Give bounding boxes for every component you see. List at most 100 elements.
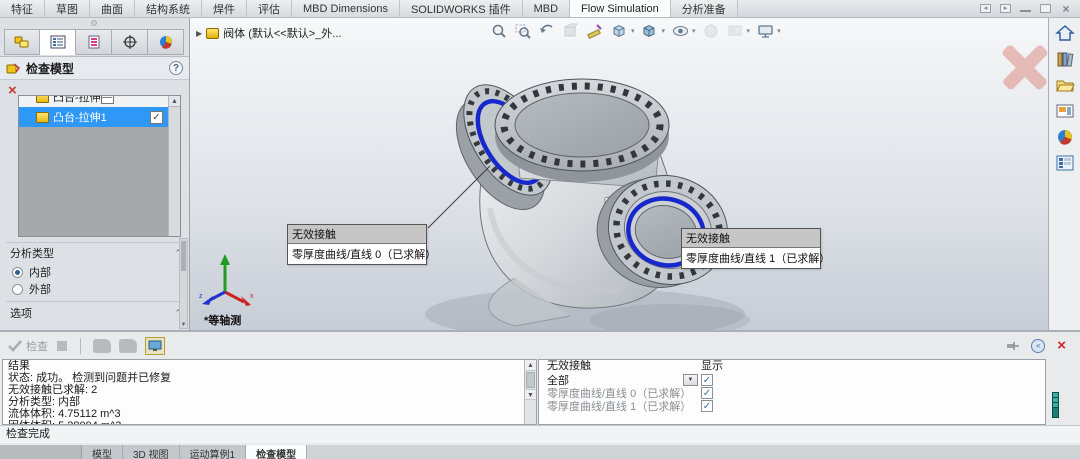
flyout-feature-tree[interactable]: ▶ 阀体 (默认<<默认>_外... [196,25,341,41]
menu-tab[interactable]: 草图 [45,0,90,17]
home-icon[interactable] [1053,22,1077,44]
pin-icon[interactable] [1005,340,1019,352]
menu-tab[interactable]: 评估 [247,0,292,17]
check-button[interactable]: 检查 [8,338,48,354]
file-explorer-icon[interactable] [1053,74,1077,96]
create-solid-body-button[interactable] [119,339,137,353]
create-fluid-body-button[interactable] [93,339,111,353]
filter-dropdown-icon[interactable]: ▼ [683,374,698,386]
tab-configuration-manager[interactable] [76,29,112,55]
scroll-up-icon[interactable]: ▲ [525,360,536,371]
tab-dimxpert-manager[interactable] [112,29,148,55]
list-scrollbar[interactable]: ▲ [168,96,180,236]
document-tab[interactable]: 运动算例1 [180,445,247,459]
close-icon[interactable]: × [1060,2,1072,16]
help-icon[interactable]: ? [169,61,183,75]
menu-tab[interactable]: MBD [523,0,570,17]
scroll-down-icon[interactable]: ▼ [180,322,187,328]
measure-icon[interactable] [586,22,604,40]
show-all-checkbox[interactable] [701,374,713,386]
section-view-icon[interactable] [562,22,580,40]
menu-tab[interactable]: 特征 [0,0,45,17]
tab-scroll-zone[interactable] [0,445,82,459]
scrollbar-thumb[interactable] [181,241,186,271]
scroll-down-icon[interactable]: ▼ [525,389,536,400]
tab-property-manager[interactable] [40,29,76,55]
document-tab[interactable]: 模型 [82,445,123,459]
chevron-down-icon[interactable]: ▾ [662,27,666,35]
close-panel-icon[interactable]: × [1057,339,1066,353]
svg-text:z: z [199,293,203,300]
chevron-down-icon[interactable]: ▾ [631,27,635,35]
task-pane [1048,18,1080,330]
status-message: 检查完成 [0,425,1080,443]
check-model-results-panel: 检查 « × 结果 状态: 成功。 检测到问题并已修复无效接触已求解: 2分析类… [0,330,1080,445]
flyout-expand-icon[interactable]: ▶ [196,29,202,38]
view-palette-icon[interactable] [1053,100,1077,122]
document-tab[interactable]: 3D 视图 [123,445,180,459]
chevron-down-icon[interactable]: ▾ [692,27,696,35]
valve-body-model[interactable] [420,58,1048,330]
feature-selection-list[interactable]: 凸台-拉伸 — 凸台-拉伸1 ✓ ▲ [18,95,181,237]
tree-row[interactable]: 凸台-拉伸1 ✓ [19,107,180,127]
stop-button[interactable] [56,340,68,352]
scroll-up-icon[interactable]: ▲ [169,96,180,107]
chevron-down-icon[interactable]: ▾ [747,27,751,35]
cancel-icon[interactable]: × [8,84,17,98]
contact-show-checkbox[interactable] [701,387,713,399]
section-options[interactable]: 选项 ⌃ [10,306,182,320]
panel-scrollbar[interactable]: ▼ [179,238,188,329]
menu-tab[interactable]: 结构系统 [135,0,202,17]
results-scrollbar[interactable]: ▲ ▼ [524,360,536,424]
radio-icon[interactable] [12,284,23,295]
tree-row-clipped[interactable]: 凸台-拉伸 — [19,96,180,107]
dock-left-icon[interactable]: ◂ [980,4,991,13]
menu-tab[interactable]: MBD Dimensions [292,0,400,17]
invalid-contacts-list[interactable]: 无效接触 显示 全部 ▼ 零厚度曲线/直线 0（已求解） 零厚度曲线/直线 1（… [538,359,1046,425]
tab-display-manager[interactable] [148,29,184,55]
hide-show-items-icon[interactable] [671,22,689,40]
display-style-icon[interactable] [641,22,659,40]
appearances-icon[interactable] [1053,126,1077,148]
show-fluid-volume-toggle[interactable] [145,337,165,355]
design-library-icon[interactable] [1053,48,1077,70]
scrollbar-thumb[interactable] [526,372,535,388]
zoom-area-icon[interactable] [514,22,532,40]
menu-tab[interactable]: 焊件 [202,0,247,17]
results-list[interactable]: 结果 状态: 成功。 检测到问题并已修复无效接触已求解: 2分析类型: 内部流体… [2,359,537,425]
view-orientation-label: *等轴测 [204,312,241,328]
menu-tab[interactable]: 曲面 [90,0,135,17]
view-orientation-icon[interactable] [610,22,628,40]
menu-tab[interactable]: 分析准备 [671,0,738,17]
document-tab-label: 检查模型 [256,450,296,459]
menu-tab[interactable]: SOLIDWORKS 插件 [400,0,523,17]
restore-icon[interactable] [1040,4,1051,13]
edit-appearance-icon[interactable] [702,22,720,40]
panel-resize-grip[interactable] [91,20,97,26]
collapse-panel-icon[interactable]: « [1031,339,1045,353]
radio-external[interactable]: 外部 [12,282,51,296]
tree-item-checkbox[interactable]: ✓ [150,111,163,124]
custom-properties-icon[interactable] [1053,152,1077,174]
tree-item-label: 凸台-拉伸1 [53,109,107,125]
apply-scene-icon[interactable] [726,22,744,40]
radio-internal[interactable]: 内部 [12,265,51,279]
radio-icon[interactable] [12,267,23,278]
dock-right-icon[interactable]: ▸ [1000,4,1011,13]
contact-show-checkbox[interactable] [701,400,713,412]
check-label: 检查 [26,338,48,354]
tab-feature-manager[interactable] [4,29,40,55]
minimize-icon[interactable] [1020,5,1031,12]
chevron-down-icon[interactable]: ▾ [777,27,781,35]
previous-view-icon[interactable] [538,22,556,40]
invalid-contact-callout-1[interactable]: 无效接触 零厚度曲线/直线 1（已求解） [681,228,821,269]
graphics-area[interactable]: ▶ 阀体 (默认<<默认>_外... ▾ ▾ ▾ ▾ ▾ [190,18,1048,330]
document-tab[interactable]: 检查模型 [246,445,307,459]
view-settings-icon[interactable] [756,22,774,40]
invalid-contact-callout-0[interactable]: 无效接触 零厚度曲线/直线 0（已求解） [287,224,427,265]
confirmation-corner-cancel-icon[interactable] [1002,44,1048,90]
zoom-fit-icon[interactable] [490,22,508,40]
tree-item-checkbox[interactable]: — [101,96,114,104]
section-analysis-type[interactable]: 分析类型 ⌃ [10,246,182,260]
menu-tab[interactable]: Flow Simulation [570,0,671,17]
